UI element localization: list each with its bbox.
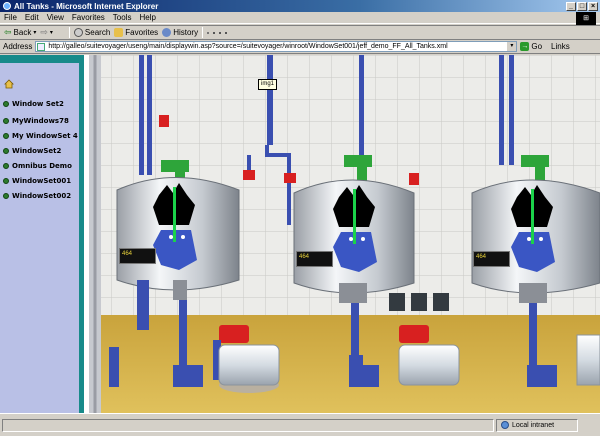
menu-help[interactable]: Help	[139, 13, 155, 22]
page-icon	[37, 43, 46, 51]
status-bar: Local intranet	[0, 413, 600, 436]
minimize-button[interactable]: _	[566, 1, 576, 11]
leaf-icon	[3, 148, 9, 154]
address-input[interactable]: http://galleo/suitevoyager/useng/main/di…	[35, 41, 518, 52]
address-value: http://galleo/suitevoyager/useng/main/di…	[48, 43, 448, 50]
search-icon	[73, 28, 83, 37]
favorites-icon	[114, 28, 124, 37]
sidebar-item-mywindows78[interactable]: MyWindows78	[3, 117, 69, 125]
links-button[interactable]: Links	[551, 42, 570, 51]
status-zone-label: Local intranet	[512, 421, 555, 429]
leaf-icon	[3, 163, 9, 169]
leaf-icon	[3, 118, 9, 124]
tank-scene: img1 464 464 464	[89, 55, 600, 413]
sidebar-item-windowset2[interactable]: WindowSet2	[3, 147, 61, 155]
sidebar-item-label: Omnibus Demo	[12, 162, 72, 170]
search-label: Search	[84, 28, 111, 37]
sidebar-item-label: My WindowSet 4	[12, 132, 78, 140]
sidebar-item-omnibus-demo[interactable]: Omnibus Demo	[3, 162, 72, 170]
history-label: History	[173, 28, 199, 37]
edit-icon[interactable]	[219, 31, 222, 34]
close-button[interactable]: ×	[588, 1, 598, 11]
address-bar: Address http://galleo/suitevoyager/useng…	[0, 40, 600, 54]
back-arrow-icon: ⇦	[4, 27, 12, 37]
maximize-button[interactable]: □	[577, 1, 587, 11]
tank-3-readout[interactable]: 464	[473, 251, 510, 267]
history-icon	[162, 28, 172, 37]
menu-edit[interactable]: Edit	[25, 13, 39, 22]
readout-value: 464	[299, 254, 310, 260]
favorites-label: Favorites	[125, 28, 159, 37]
back-label: Back	[13, 28, 32, 37]
windows-logo-icon: ⊞	[576, 12, 596, 25]
sidebar-item-label: WindowSet001	[12, 177, 72, 185]
history-button[interactable]: History	[162, 28, 198, 37]
chevron-down-icon: ▾	[33, 30, 37, 36]
leaf-icon	[3, 101, 9, 107]
leaf-icon	[3, 193, 9, 199]
sidebar: Window Set2 MyWindows78 My WindowSet 4 W…	[0, 55, 84, 413]
status-text-cell	[2, 418, 494, 432]
go-button[interactable]: → Go	[520, 42, 542, 51]
ie-icon	[3, 2, 11, 10]
page-content: Window Set2 MyWindows78 My WindowSet 4 W…	[0, 55, 600, 413]
favorites-button[interactable]: Favorites	[114, 28, 158, 37]
tooltip-text: img1	[261, 81, 275, 87]
menu-file[interactable]: File	[4, 13, 17, 22]
sidebar-item-label: MyWindows78	[12, 117, 69, 125]
menu-bar: File Edit View Favorites Tools Help	[0, 12, 600, 24]
tooltip: img1	[258, 79, 278, 90]
readout-value: 464	[476, 254, 487, 260]
title-bar: All Tanks - Microsoft Internet Explorer …	[0, 0, 600, 12]
sidebar-item-label: Window Set2	[12, 100, 64, 108]
sidebar-item-label: WindowSet002	[12, 192, 72, 200]
mail-icon[interactable]	[207, 31, 210, 34]
tank-scene-graphic	[89, 55, 600, 413]
chevron-down-icon[interactable]: ▾	[507, 42, 517, 51]
go-label: Go	[531, 42, 543, 51]
address-label: Address	[3, 42, 33, 51]
menu-view[interactable]: View	[47, 13, 64, 22]
toolbar: ⇦ Back ▾ ⇨ ▾ Search Favorites History	[0, 25, 600, 40]
tank-1-readout[interactable]: 464	[119, 248, 156, 264]
globe-icon	[501, 421, 509, 429]
menu-favorites[interactable]: Favorites	[72, 13, 105, 22]
menu-tools[interactable]: Tools	[113, 13, 132, 22]
sidebar-item-window-set2[interactable]: Window Set2	[3, 100, 64, 108]
chevron-down-icon: ▾	[49, 30, 53, 36]
readout-value: 464	[122, 251, 133, 257]
sidebar-item-windowset001[interactable]: WindowSet001	[3, 177, 71, 185]
back-button[interactable]: ⇦ Back ▾	[4, 27, 36, 38]
leaf-icon	[3, 178, 9, 184]
leaf-icon	[3, 133, 9, 139]
discuss-icon[interactable]	[225, 31, 228, 34]
sidebar-item-my-windowset-4[interactable]: My WindowSet 4	[3, 132, 78, 140]
print-icon[interactable]	[213, 31, 216, 34]
go-arrow-icon: →	[520, 42, 530, 51]
home-icon[interactable]	[4, 79, 14, 89]
status-zone: Local intranet	[496, 418, 578, 432]
tank-2-readout[interactable]: 464	[296, 251, 333, 267]
search-button[interactable]: Search	[73, 28, 111, 37]
forward-arrow-icon: ⇨	[40, 27, 48, 37]
sidebar-item-windowset002[interactable]: WindowSet002	[3, 192, 71, 200]
sidebar-item-label: WindowSet2	[12, 147, 62, 155]
forward-button[interactable]: ⇨ ▾	[40, 27, 53, 38]
window-title: All Tanks - Microsoft Internet Explorer	[14, 1, 159, 11]
